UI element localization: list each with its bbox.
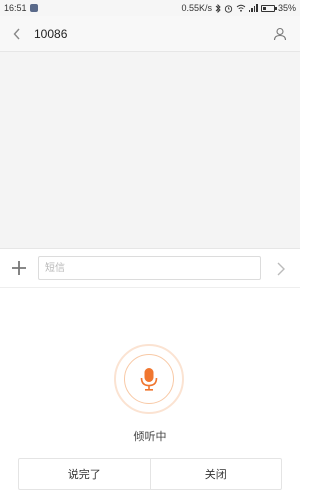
network-speed: 0.55K/s [181,3,212,13]
status-bar-right: 0.55K/s 35% [181,3,296,13]
contact-button[interactable] [270,24,290,44]
chevron-left-icon [13,28,20,39]
message-composer [0,248,300,288]
clock: 16:51 [4,3,27,13]
add-attachment-icon[interactable] [10,259,28,277]
microphone-icon [140,368,158,391]
conversation-header: 10086 [0,16,300,52]
wifi-icon [236,4,246,12]
battery-percent: 35% [277,3,296,13]
bluetooth-icon [215,3,221,13]
done-speaking-button[interactable]: 说完了 [19,459,150,489]
alarm-icon [224,4,233,13]
close-button[interactable]: 关闭 [151,459,282,489]
sms-input[interactable] [38,256,261,280]
page-title: 10086 [34,26,68,41]
status-bar: 16:51 0.55K/s 35% [0,0,300,16]
listening-status: 倾听中 [133,431,167,443]
voice-input-panel: 倾听中 说完了 关闭 [0,288,300,500]
person-icon [273,27,287,41]
send-icon[interactable] [274,261,288,277]
status-bar-left: 16:51 [4,3,38,13]
conversation-area[interactable] [0,52,300,248]
back-button[interactable] [0,16,34,52]
mic-button[interactable] [124,354,174,404]
battery-icon [260,4,277,12]
voice-action-buttons: 说完了 关闭 [18,458,282,490]
notification-icon [29,4,38,12]
signal-icon [248,4,258,12]
mic-ring-outer [114,344,184,414]
